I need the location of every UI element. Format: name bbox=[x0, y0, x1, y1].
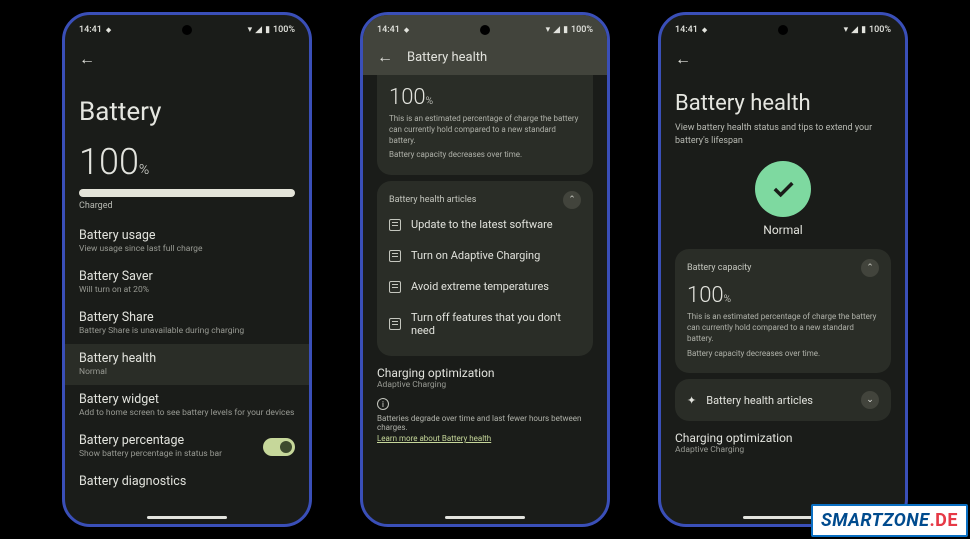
battery-progress-bar bbox=[79, 189, 295, 197]
battery-share-row[interactable]: Battery Share Battery Share is unavailab… bbox=[79, 303, 295, 344]
wifi-icon: ▾ bbox=[248, 25, 253, 35]
battery-percentage-toggle[interactable] bbox=[263, 438, 295, 456]
signal-icon: ◢ bbox=[851, 25, 858, 35]
battery-widget-row[interactable]: Battery widget Add to home screen to see… bbox=[79, 385, 295, 426]
back-arrow-icon[interactable]: ← bbox=[79, 49, 95, 69]
battery-percentage-row[interactable]: Battery percentage Show battery percenta… bbox=[79, 426, 295, 467]
page-title: Battery health bbox=[407, 50, 487, 65]
page-title: Battery health bbox=[675, 91, 891, 116]
page-title: Battery bbox=[79, 97, 295, 127]
articles-header: Battery health articles bbox=[389, 195, 476, 205]
nav-bar[interactable] bbox=[147, 516, 227, 519]
notification-icon: ◆ bbox=[106, 26, 111, 34]
learn-more-link[interactable]: Learn more about Battery health bbox=[377, 434, 593, 443]
info-icon: i bbox=[377, 398, 389, 410]
clock: 14:41 bbox=[675, 25, 698, 35]
page-subtitle: View battery health status and tips to e… bbox=[675, 122, 891, 147]
capacity-card: Battery capacity ⌃ 100% This is an estim… bbox=[675, 249, 891, 373]
signal-icon: ◢ bbox=[255, 25, 262, 35]
battery-icon: ▮ bbox=[563, 25, 568, 35]
clock: 14:41 bbox=[79, 25, 102, 35]
battery-saver-row[interactable]: Battery Saver Will turn on at 20% bbox=[79, 262, 295, 303]
page-header: ← Battery health bbox=[363, 39, 607, 75]
battery-text: 100% bbox=[273, 25, 295, 35]
battery-diagnostics-row[interactable]: Battery diagnostics bbox=[79, 467, 295, 496]
charged-label: Charged bbox=[79, 201, 295, 211]
battery-health-row[interactable]: Battery health Normal bbox=[65, 344, 309, 385]
battery-icon: ▮ bbox=[265, 25, 270, 35]
phone-battery-health-articles: 14:41 ◆ ▾ ◢ ▮ 100% ← Battery health 100%… bbox=[360, 12, 610, 527]
sparkle-icon: ✦ bbox=[687, 394, 696, 407]
status-check-icon bbox=[755, 161, 811, 217]
battery-text: 100% bbox=[869, 25, 891, 35]
article-item[interactable]: Turn on Adaptive Charging bbox=[389, 240, 581, 271]
wifi-icon: ▾ bbox=[844, 25, 849, 35]
camera-cutout bbox=[182, 25, 192, 35]
notification-icon: ◆ bbox=[702, 26, 707, 34]
charging-optimization-row[interactable]: Charging optimization bbox=[675, 431, 891, 445]
articles-card: Battery health articles ⌃ Update to the … bbox=[377, 181, 593, 356]
battery-usage-row[interactable]: Battery usage View usage since last full… bbox=[79, 221, 295, 262]
collapse-button[interactable]: ⌃ bbox=[861, 259, 879, 277]
article-item[interactable]: Turn off features that you don't need bbox=[389, 302, 581, 346]
article-icon bbox=[389, 219, 401, 231]
capacity-label: Battery capacity bbox=[687, 263, 751, 273]
nav-bar[interactable] bbox=[445, 516, 525, 519]
phone-battery-main: 14:41 ◆ ▾ ◢ ▮ 100% ← Battery 100% Charge… bbox=[62, 12, 312, 527]
expand-button[interactable]: ⌄ bbox=[861, 391, 879, 409]
capacity-percent: 100% bbox=[687, 283, 879, 308]
capacity-percent: 100% bbox=[389, 85, 581, 110]
articles-expand-row[interactable]: ✦ Battery health articles ⌄ bbox=[675, 379, 891, 421]
article-item[interactable]: Avoid extreme temperatures bbox=[389, 271, 581, 302]
back-arrow-icon[interactable]: ← bbox=[675, 49, 691, 69]
article-icon bbox=[389, 318, 401, 330]
watermark: SMARTZONE.DE bbox=[811, 504, 968, 537]
clock: 14:41 bbox=[377, 25, 400, 35]
capacity-card: 100% This is an estimated percentage of … bbox=[377, 75, 593, 175]
footer-text: Batteries degrade over time and last few… bbox=[377, 414, 593, 432]
back-arrow-icon[interactable]: ← bbox=[377, 47, 393, 67]
status-label: Normal bbox=[675, 223, 891, 237]
camera-cutout bbox=[480, 25, 490, 35]
battery-percent: 100% bbox=[79, 141, 295, 183]
collapse-button[interactable]: ⌃ bbox=[563, 191, 581, 209]
battery-icon: ▮ bbox=[861, 25, 866, 35]
notification-icon: ◆ bbox=[404, 26, 409, 34]
article-icon bbox=[389, 250, 401, 262]
wifi-icon: ▾ bbox=[546, 25, 551, 35]
article-icon bbox=[389, 281, 401, 293]
camera-cutout bbox=[778, 25, 788, 35]
signal-icon: ◢ bbox=[553, 25, 560, 35]
charging-optimization-row[interactable]: Charging optimization bbox=[377, 366, 593, 380]
article-item[interactable]: Update to the latest software bbox=[389, 209, 581, 240]
phone-battery-health-status: 14:41 ◆ ▾ ◢ ▮ 100% ← Battery health View… bbox=[658, 12, 908, 527]
battery-text: 100% bbox=[571, 25, 593, 35]
